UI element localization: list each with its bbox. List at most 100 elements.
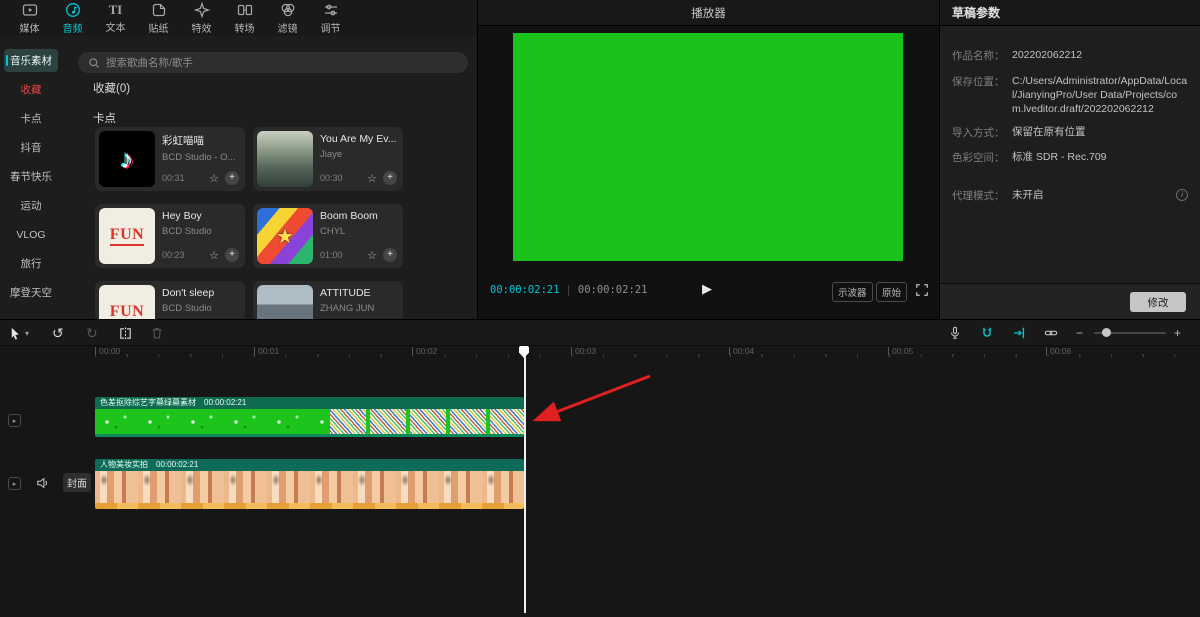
sidebar-item-vlog[interactable]: VLOG: [4, 223, 58, 246]
sidebar-item-label: 卡点: [21, 111, 42, 126]
track1-collapse-toggle[interactable]: ▸: [8, 414, 21, 427]
original-quality-button[interactable]: 原始: [876, 282, 907, 302]
track2-collapse-toggle[interactable]: ▸: [8, 477, 21, 490]
video-preview-greenscreen[interactable]: [513, 33, 903, 261]
music-artist: Jiaye: [320, 149, 397, 160]
tab-adjust[interactable]: 调节: [309, 0, 352, 36]
draft-footer: 修改: [940, 283, 1200, 319]
draft-row-save-location: 保存位置： C:/Users/Administrator/AppData/Loc…: [952, 74, 1188, 117]
add-music-button[interactable]: +: [225, 171, 239, 185]
favorites-count-label: 收藏(0): [93, 80, 130, 96]
import-mode-value: 保留在原有位置: [1012, 125, 1188, 140]
record-voiceover-mic-icon[interactable]: [948, 320, 962, 346]
tab-text[interactable]: TI 文本: [94, 0, 137, 36]
music-card[interactable]: ATTITUDE ZHANG JUN ☆ +: [253, 281, 403, 319]
player-title: 播放器: [691, 5, 726, 21]
favorite-star-icon[interactable]: ☆: [209, 172, 219, 185]
select-tool-button[interactable]: [8, 320, 23, 346]
clip-footer-strip: [95, 503, 524, 509]
timeline-ruler[interactable]: 00:00 00:01 00:02 00:03 00:04 00:05 00:0…: [0, 346, 1200, 359]
sidebar-item-label: VLOG: [16, 229, 45, 241]
media-icon: [22, 2, 38, 18]
ruler-mark: 00:05: [888, 347, 913, 356]
favorite-star-icon[interactable]: ☆: [209, 249, 219, 262]
tab-media[interactable]: 媒体: [8, 0, 51, 36]
music-card[interactable]: You Are My Ev... Jiaye 00:30 ☆ +: [253, 127, 403, 191]
color-space-value: 标准 SDR - Rec.709: [1012, 150, 1188, 165]
favorite-star-icon[interactable]: ☆: [367, 172, 377, 185]
sidebar-item-label: 运动: [21, 198, 42, 213]
playhead-line[interactable]: [524, 346, 526, 613]
sidebar-item-sports[interactable]: 运动: [4, 194, 58, 217]
music-card[interactable]: ♪ 彩虹喵喵 BCD Studio - O... 00:31 ☆ +: [95, 127, 245, 191]
ruler-mark: 00:02: [412, 347, 437, 356]
fullscreen-icon[interactable]: [915, 283, 929, 297]
field-label: 色彩空间：: [952, 150, 1012, 165]
zoom-out-button[interactable]: −: [1076, 320, 1083, 346]
draft-rows: 作品名称： 202202062212 保存位置： C:/Users/Admini…: [952, 48, 1188, 214]
sidebar-item-travel[interactable]: 旅行: [4, 252, 58, 275]
music-card[interactable]: FUN Don't sleep BCD Studio ☆ +: [95, 281, 245, 319]
timeline-zoom-slider[interactable]: [1094, 320, 1166, 346]
sidebar-item-favorites[interactable]: 收藏: [4, 78, 58, 101]
clip-header: 色差抠除综艺字幕绿幕素材 00:00:02:21: [95, 397, 524, 409]
sidebar-item-modern-sky[interactable]: 摩登天空: [4, 281, 58, 304]
mute-track-button[interactable]: [36, 476, 50, 490]
linkage-icon[interactable]: [1044, 320, 1058, 346]
music-duration: 01:00: [320, 250, 343, 260]
add-music-button[interactable]: +: [383, 171, 397, 185]
sidebar-item-music-material[interactable]: 音乐素材: [4, 49, 58, 72]
favorite-star-icon[interactable]: ☆: [367, 249, 377, 262]
music-card[interactable]: FUN Hey Boy BCD Studio 00:23 ☆ +: [95, 204, 245, 268]
oscilloscope-button[interactable]: 示波器: [832, 282, 873, 302]
undo-button[interactable]: ↺: [52, 320, 64, 346]
music-search-bar[interactable]: [78, 52, 468, 73]
field-label: 导入方式：: [952, 125, 1012, 140]
album-art: ★: [276, 224, 294, 249]
greenscreen-overlay-clip[interactable]: 色差抠除综艺字幕绿幕素材 00:00:02:21: [95, 397, 524, 437]
music-card[interactable]: ★ Boom Boom CHYL 01:00 ☆ +: [253, 204, 403, 268]
add-music-button[interactable]: +: [383, 248, 397, 262]
ruler-mark: 00:00: [95, 347, 120, 356]
sidebar-item-beat[interactable]: 卡点: [4, 107, 58, 130]
tab-effects[interactable]: 特效: [180, 0, 223, 36]
music-duration: 00:23: [162, 250, 185, 260]
play-button[interactable]: ▶: [702, 281, 712, 297]
info-icon[interactable]: i: [1176, 189, 1188, 201]
music-card-thumbnail: FUN: [99, 285, 155, 319]
tab-sticker[interactable]: 贴纸: [137, 0, 180, 36]
tab-transitions[interactable]: 转场: [223, 0, 266, 36]
split-clip-button[interactable]: [118, 320, 133, 346]
music-card-thumbnail: [257, 285, 313, 319]
media-library-panel: 媒体 音频 TI 文本 贴纸 特效 转场: [0, 0, 478, 319]
music-artist: BCD Studio: [162, 226, 239, 237]
zoom-slider-knob[interactable]: [1102, 328, 1111, 337]
player-panel: 播放器 00:00:02:21 | 00:00:02:21 ▶ 示波器 原始: [478, 0, 940, 319]
clip-thumbnails: [95, 409, 524, 434]
sidebar-item-spring-festival[interactable]: 春节快乐: [4, 165, 58, 188]
proxy-mode-value: 未开启: [1012, 188, 1188, 203]
player-header: 播放器: [478, 0, 939, 26]
album-art: FUN: [110, 226, 144, 246]
sidebar-item-label: 春节快乐: [10, 169, 52, 184]
tool-dropdown-chevron-icon[interactable]: ▾: [25, 320, 29, 346]
top-tabbar: 媒体 音频 TI 文本 贴纸 特效 转场: [0, 0, 477, 36]
tab-audio[interactable]: 音频: [51, 0, 94, 36]
search-input[interactable]: [106, 57, 458, 69]
sidebar-item-label: 抖音: [21, 140, 42, 155]
zoom-in-button[interactable]: +: [1174, 320, 1181, 346]
tab-filters[interactable]: 滤镜: [266, 0, 309, 36]
library-category-sidebar: 音乐素材 收藏 卡点 抖音 春节快乐 运动 VLOG 旅行 摩登天空: [0, 36, 62, 319]
cover-button[interactable]: 封面: [63, 473, 91, 492]
beauty-footage-clip[interactable]: 人物美妆实拍 00:00:02:21: [95, 459, 524, 509]
main-track-magnet-icon[interactable]: [980, 320, 994, 346]
delete-clip-button[interactable]: [150, 320, 164, 346]
add-music-button[interactable]: +: [225, 248, 239, 262]
modify-button[interactable]: 修改: [1130, 292, 1186, 312]
auto-snap-icon[interactable]: [1012, 320, 1026, 346]
redo-button[interactable]: ↻: [86, 320, 98, 346]
clip-header: 人物美妆实拍 00:00:02:21: [95, 459, 524, 471]
sidebar-item-label: 音乐素材: [10, 53, 52, 68]
music-artist: ZHANG JUN: [320, 303, 397, 314]
sidebar-item-douyin[interactable]: 抖音: [4, 136, 58, 159]
